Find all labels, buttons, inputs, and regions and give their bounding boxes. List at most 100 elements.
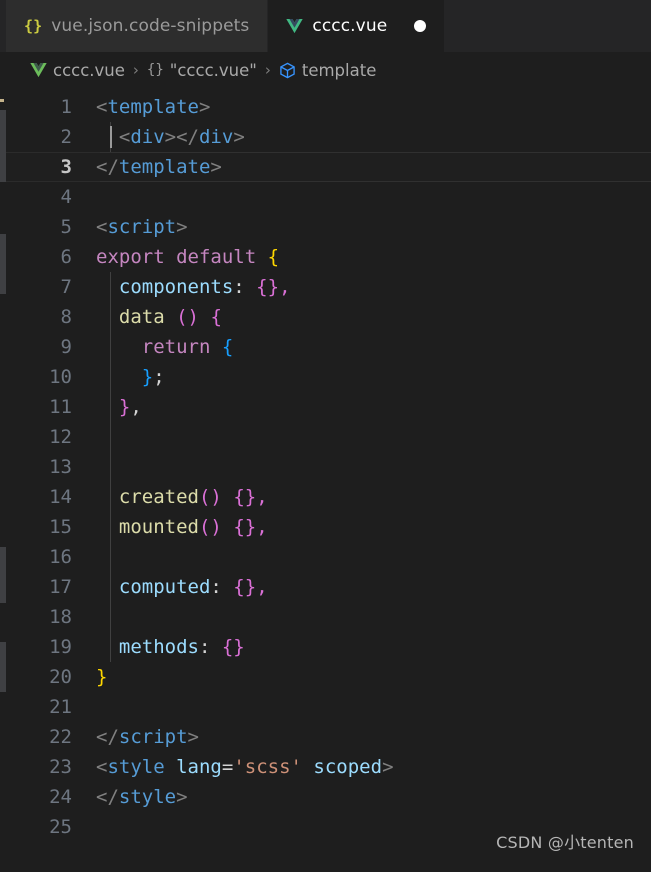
json-braces-icon: {} [146, 62, 164, 78]
breadcrumb-item-file[interactable]: cccc.vue [30, 61, 125, 80]
line-number: 9 [60, 336, 72, 358]
code-token: , [256, 516, 268, 538]
tab-label: vue.json.code-snippets [51, 15, 250, 36]
line-content: <template> [86, 92, 210, 122]
breadcrumb-item-template[interactable]: template [279, 61, 376, 80]
code-token: template [118, 156, 211, 178]
code-line[interactable]: 13 [0, 452, 651, 482]
line-number: 20 [49, 666, 72, 688]
line-content: methods: {} [86, 632, 245, 662]
line-number: 3 [60, 156, 72, 178]
vue-logo-icon [30, 62, 47, 78]
line-content: export default { [86, 242, 279, 272]
code-token: {} [233, 516, 257, 538]
code-line[interactable]: 6 export default { [0, 242, 651, 272]
code-line[interactable]: 16 [0, 542, 651, 572]
editor-tab-bar: {} vue.json.code-snippets cccc.vue [6, 0, 651, 52]
code-line[interactable]: 20} [0, 662, 651, 692]
breadcrumb-item-object[interactable]: {} "cccc.vue" [147, 61, 257, 80]
line-number: 10 [49, 366, 72, 388]
code-token: ></ [164, 126, 199, 148]
overview-ruler-highlight [0, 110, 6, 182]
code-token: ; [153, 366, 165, 388]
cube-symbol-icon [279, 62, 296, 79]
code-line[interactable]: 14 created() {}, [0, 482, 651, 512]
code-token: > [187, 726, 199, 748]
code-token: style [107, 756, 165, 778]
code-line[interactable]: 10 }; [0, 362, 651, 392]
code-line[interactable]: 9 return { [0, 332, 651, 362]
code-line[interactable]: 5 <script> [0, 212, 651, 242]
code-line[interactable]: 24 </style> [0, 782, 651, 812]
line-content: mounted() {}, [86, 512, 268, 542]
code-token: > [176, 786, 188, 808]
line-number: 12 [49, 426, 72, 448]
code-line[interactable]: 12 [0, 422, 651, 452]
code-token: {} [233, 486, 257, 508]
code-line[interactable]: 21 [0, 692, 651, 722]
code-token: {} [221, 636, 245, 658]
code-line[interactable]: 17 computed: {}, [0, 572, 651, 602]
adjacent-tabbar-sliver [0, 0, 6, 53]
breadcrumb-label: template [301, 60, 377, 80]
code-token: > [233, 126, 245, 148]
tab-label: cccc.vue [312, 15, 388, 36]
code-token: () [198, 516, 222, 538]
code-editor[interactable]: 1 <template> 2 <div></div> 3 </template> 4 5 <s… [0, 88, 651, 872]
code-line[interactable]: 19 methods: {} [0, 632, 651, 662]
tab-cccc-vue[interactable]: cccc.vue [268, 0, 445, 52]
line-number: 25 [49, 816, 72, 838]
code-line[interactable]: 23 <style lang='scss' scoped> [0, 752, 651, 782]
code-token: mounted [118, 516, 199, 538]
line-content: data () { [86, 302, 222, 332]
code-line[interactable]: 8 data () { [0, 302, 651, 332]
tab-dirty-indicator-icon[interactable] [414, 20, 427, 32]
vue-logo-icon [286, 18, 304, 34]
line-number: 23 [49, 756, 72, 778]
code-token: data [118, 306, 165, 328]
code-token: created [118, 486, 199, 508]
overview-ruler-highlight [0, 642, 6, 692]
code-line[interactable]: 15 mounted() {}, [0, 512, 651, 542]
line-number: 6 [60, 246, 72, 268]
code-line[interactable]: 22 </script> [0, 722, 651, 752]
code-token: > [382, 756, 394, 778]
line-number: 7 [60, 276, 72, 298]
line-content: components: {}, [86, 272, 291, 302]
code-line[interactable]: 3 </template> [0, 152, 651, 182]
tab-bar-empty-space [444, 0, 651, 52]
code-token: > [176, 216, 188, 238]
code-line[interactable]: 11 }, [0, 392, 651, 422]
code-token: {} [233, 576, 257, 598]
code-token: () [198, 486, 222, 508]
code-line[interactable]: 18 [0, 602, 651, 632]
code-token: script [118, 726, 188, 748]
line-content: return { [86, 332, 234, 362]
tab-vue-json-code-snippets[interactable]: {} vue.json.code-snippets [6, 0, 269, 52]
watermark-text: CSDN @小tenten [496, 833, 634, 852]
json-braces-icon: {} [24, 16, 43, 35]
code-token: < [96, 126, 131, 148]
code-token: = [221, 756, 234, 778]
line-content: </style> [86, 782, 188, 812]
line-content: }; [86, 362, 165, 392]
code-token: export default [96, 246, 268, 268]
code-token: < [96, 96, 108, 118]
line-number: 8 [60, 306, 72, 328]
code-token: scoped [313, 756, 383, 778]
code-token: } [141, 366, 154, 388]
code-token: methods [118, 636, 199, 658]
overview-ruler-highlight [0, 547, 6, 603]
code-line[interactable]: 7 components: {}, [0, 272, 651, 302]
line-number: 16 [49, 546, 72, 568]
code-line[interactable]: 1 <template> [0, 92, 651, 122]
code-token: return [141, 336, 211, 358]
code-line[interactable]: 2 <div></div> [0, 122, 651, 152]
code-line[interactable]: 4 [0, 182, 651, 212]
